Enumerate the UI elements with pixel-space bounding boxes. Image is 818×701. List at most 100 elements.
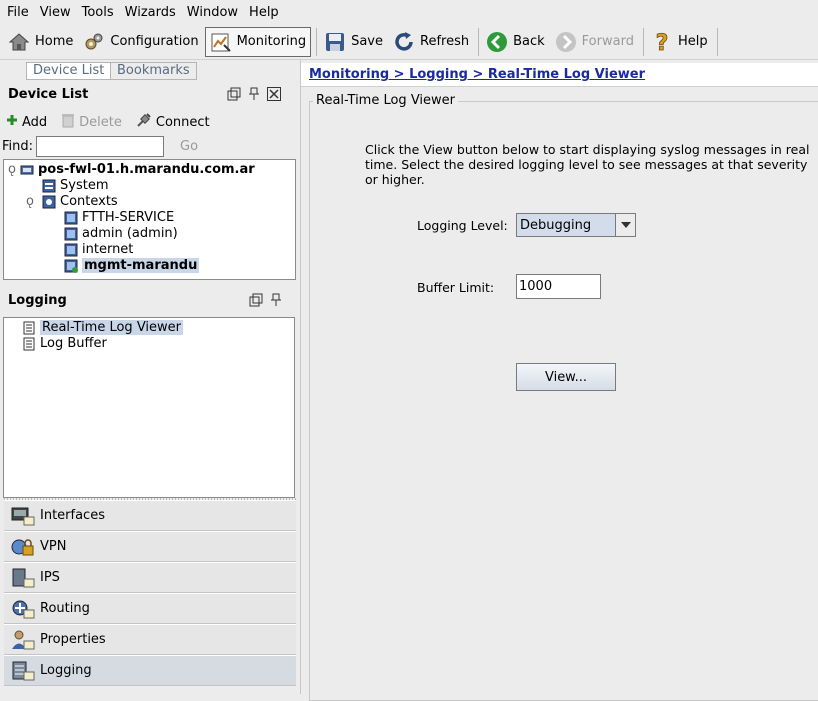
- group-title: Real-Time Log Viewer: [313, 93, 459, 108]
- monitoring-icon: [210, 31, 232, 53]
- left-panel: Device List Bookmarks Device List Add De…: [0, 60, 300, 694]
- nav-properties[interactable]: Properties: [4, 624, 296, 655]
- interfaces-icon: [10, 505, 36, 527]
- logging-item-real-time-viewer[interactable]: Real-Time Log Viewer: [22, 320, 184, 335]
- back-label: Back: [513, 34, 545, 49]
- configuration-label: Configuration: [110, 34, 199, 49]
- pin-icon[interactable]: [269, 293, 283, 307]
- menu-view[interactable]: View: [35, 5, 77, 20]
- home-label: Home: [35, 34, 74, 49]
- save-icon: [324, 31, 346, 53]
- nav-vpn[interactable]: VPN: [4, 531, 296, 562]
- delete-label: Delete: [79, 114, 122, 130]
- toolbar-separator: [316, 27, 318, 56]
- tab-device-list[interactable]: Device List: [26, 62, 112, 80]
- forward-arrow-icon: [555, 31, 577, 53]
- tab-bookmarks[interactable]: Bookmarks: [110, 62, 197, 80]
- restore-window-icon[interactable]: [249, 293, 263, 307]
- logging-section-controls: [249, 293, 283, 307]
- tree-node-root[interactable]: ǫ pos-fwl-01.h.marandu.com.ar: [8, 162, 255, 177]
- expand-toggle-icon[interactable]: ǫ: [8, 162, 20, 177]
- toolbar-separator: [478, 27, 480, 56]
- context-connected-icon: [64, 259, 78, 273]
- save-button[interactable]: Save: [320, 27, 387, 57]
- forward-label: Forward: [581, 34, 634, 49]
- gears-icon: [83, 31, 105, 53]
- menu-file[interactable]: File: [2, 5, 35, 20]
- tree-system-label: System: [60, 178, 109, 193]
- buffer-limit-input[interactable]: 1000: [516, 274, 601, 299]
- logging-section-title: Logging: [8, 293, 67, 308]
- monitoring-button[interactable]: Monitoring: [204, 26, 312, 57]
- nav-routing[interactable]: Routing: [4, 593, 296, 624]
- save-label: Save: [351, 34, 384, 49]
- nav-label: Interfaces: [40, 508, 105, 523]
- breadcrumb: Monitoring > Logging > Real-Time Log Vie…: [301, 63, 818, 87]
- chevron-down-icon[interactable]: [615, 214, 635, 236]
- menu-bar: File View Tools Wizards Window Help: [0, 0, 818, 24]
- breadcrumb-link[interactable]: Monitoring > Logging > Real-Time Log Vie…: [309, 67, 645, 82]
- description-text: Click the View button below to start dis…: [365, 142, 810, 187]
- contexts-icon: [42, 195, 56, 209]
- delete-device-button[interactable]: Delete: [61, 112, 122, 132]
- main-toolbar: Home Configuration Monitoring Save Refre…: [0, 24, 818, 60]
- add-label: Add: [22, 114, 48, 130]
- tree-node-system[interactable]: System: [42, 178, 108, 193]
- plug-icon: [136, 112, 152, 132]
- device-list-title: Device List: [8, 87, 89, 102]
- nav-ips[interactable]: IPS: [4, 562, 296, 593]
- tree-node-context[interactable]: admin (admin): [64, 226, 178, 241]
- close-icon[interactable]: [267, 87, 281, 101]
- ips-icon: [10, 567, 36, 589]
- nav-interfaces[interactable]: Interfaces: [4, 500, 296, 531]
- find-input[interactable]: [36, 136, 165, 157]
- menu-help[interactable]: Help: [244, 5, 285, 20]
- logging-item-label: Log Buffer: [40, 336, 107, 351]
- main-content: Monitoring > Logging > Real-Time Log Vie…: [300, 60, 818, 701]
- connect-label: Connect: [155, 114, 210, 130]
- tree-context-label: admin (admin): [82, 226, 178, 241]
- find-label: Find:: [2, 139, 34, 154]
- configuration-button[interactable]: Configuration: [79, 27, 202, 57]
- menu-tools[interactable]: Tools: [77, 5, 120, 20]
- logging-item-log-buffer[interactable]: Log Buffer: [22, 336, 107, 351]
- menu-window[interactable]: Window: [182, 5, 244, 20]
- menu-wizards[interactable]: Wizards: [120, 5, 182, 20]
- view-button[interactable]: View...: [516, 363, 616, 391]
- question-mark-icon: ?: [651, 31, 673, 53]
- help-button[interactable]: ? Help: [647, 27, 712, 57]
- nav-label: IPS: [40, 570, 60, 585]
- logging-level-label: Logging Level:: [417, 218, 508, 233]
- nav-label: Routing: [40, 601, 90, 616]
- refresh-icon: [393, 31, 415, 53]
- svg-text:?: ?: [656, 31, 669, 53]
- routing-icon: [10, 598, 36, 620]
- back-button[interactable]: Back: [482, 27, 549, 57]
- navigation-list: Interfaces VPN IPS Routing Properties Lo…: [4, 500, 296, 686]
- expand-toggle-icon[interactable]: ǫ: [26, 194, 42, 209]
- list-document-icon: [22, 321, 36, 335]
- connect-button[interactable]: Connect: [136, 112, 210, 132]
- left-tabs: Device List Bookmarks: [0, 60, 300, 82]
- go-button[interactable]: Go: [180, 139, 198, 154]
- logging-level-select[interactable]: Debugging: [516, 213, 636, 237]
- logging-tree: Real-Time Log Viewer Log Buffer: [3, 317, 295, 498]
- home-button[interactable]: Home: [4, 27, 77, 57]
- nav-logging[interactable]: Logging: [4, 655, 296, 686]
- real-time-log-viewer-group: [309, 101, 818, 701]
- pin-icon[interactable]: [247, 87, 261, 101]
- add-device-button[interactable]: Add: [6, 114, 47, 130]
- home-icon: [8, 31, 30, 53]
- restore-window-icon[interactable]: [227, 87, 241, 101]
- tree-node-context[interactable]: internet: [64, 242, 133, 257]
- plus-icon: [6, 114, 18, 130]
- forward-button[interactable]: Forward: [551, 27, 638, 57]
- tree-contexts-label: Contexts: [60, 194, 118, 209]
- tree-node-context-selected[interactable]: mgmt-marandu: [64, 258, 200, 273]
- toolbar-separator: [642, 27, 644, 56]
- refresh-button[interactable]: Refresh: [389, 27, 473, 57]
- tree-node-context[interactable]: FTTH-SERVICE: [64, 210, 174, 225]
- tree-root-label: pos-fwl-01.h.marandu.com.ar: [38, 162, 255, 177]
- vpn-lock-icon: [10, 536, 36, 558]
- tree-node-contexts[interactable]: ǫ Contexts: [26, 194, 118, 209]
